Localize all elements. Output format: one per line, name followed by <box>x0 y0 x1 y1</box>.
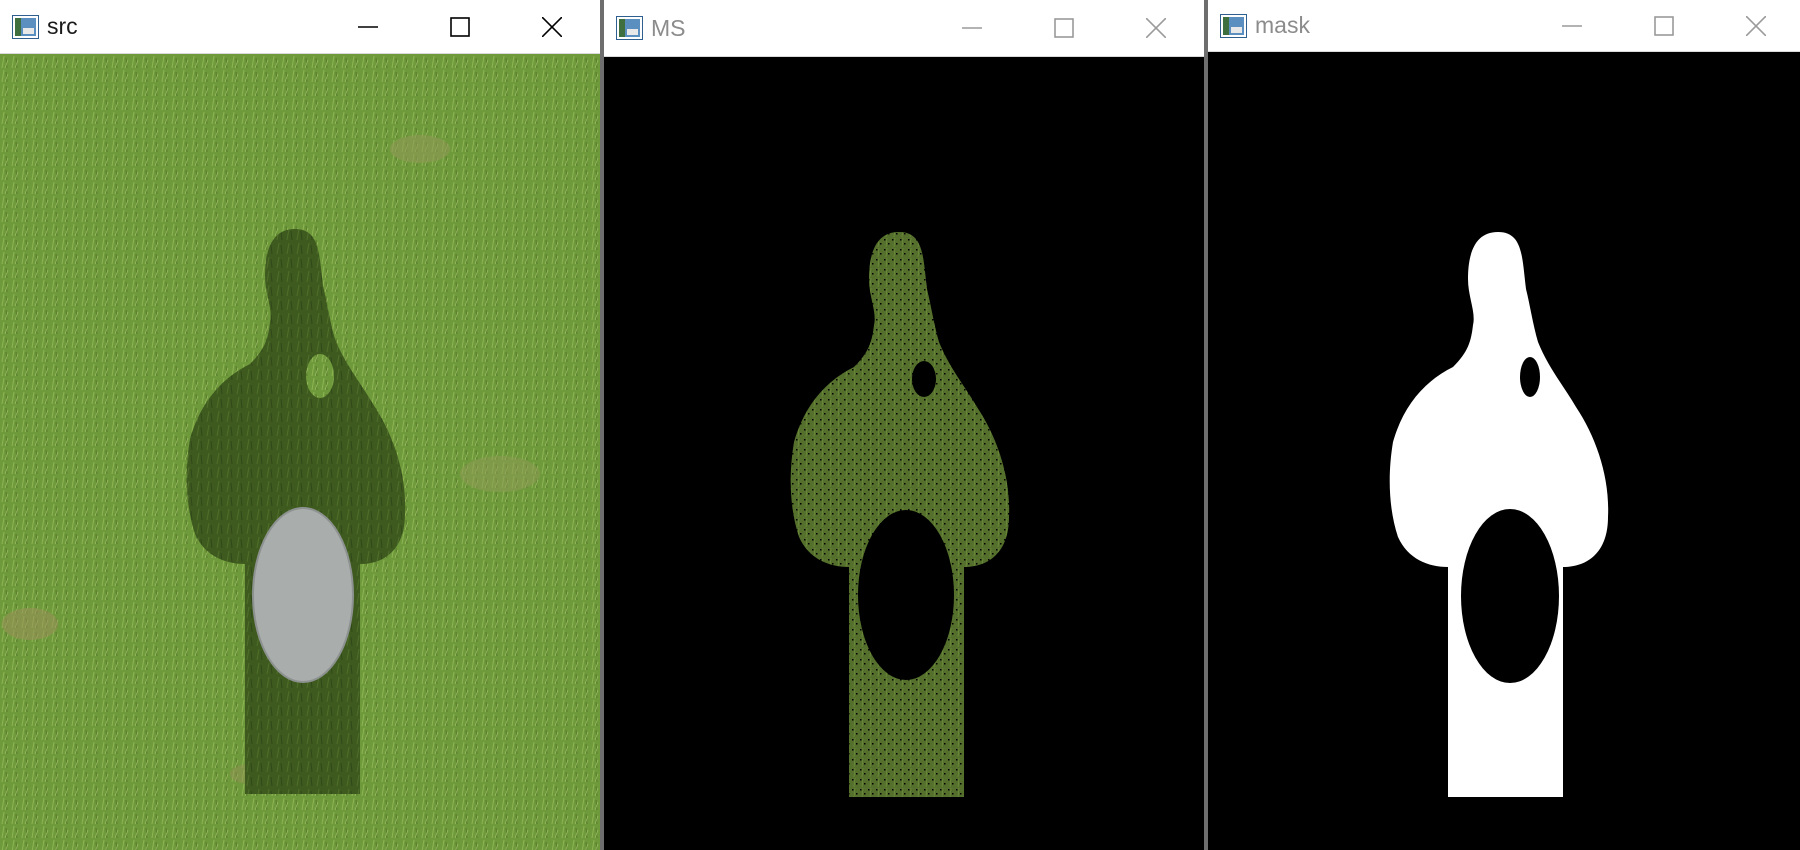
maximize-icon <box>1054 18 1074 38</box>
close-icon <box>542 16 562 37</box>
titlebar-ms[interactable]: MS <box>604 0 1204 57</box>
minimize-icon <box>1562 24 1582 27</box>
titlebar-src[interactable]: src <box>0 0 600 54</box>
opencv-window-icon <box>616 16 643 40</box>
close-button[interactable] <box>506 0 598 53</box>
close-icon <box>1146 18 1166 38</box>
minimize-icon <box>358 25 378 28</box>
maximize-button[interactable] <box>1618 0 1710 51</box>
close-button[interactable] <box>1110 0 1202 56</box>
maximize-icon <box>1654 15 1674 36</box>
window-mask[interactable]: mask <box>1208 0 1800 850</box>
image-ms <box>604 57 1204 850</box>
close-button[interactable] <box>1710 0 1800 51</box>
minimize-button[interactable] <box>926 0 1018 56</box>
opencv-window-icon <box>12 14 39 39</box>
window-src[interactable]: src <box>0 0 600 850</box>
opencv-window-icon <box>1220 13 1247 38</box>
window-ms[interactable]: MS <box>604 0 1204 850</box>
close-icon <box>1746 15 1766 36</box>
minimize-icon <box>962 27 982 29</box>
titlebar-mask[interactable]: mask <box>1208 0 1800 52</box>
window-title: src <box>47 13 78 39</box>
image-mask <box>1208 52 1800 850</box>
window-title: mask <box>1255 12 1310 38</box>
maximize-button[interactable] <box>1018 0 1110 56</box>
maximize-button[interactable] <box>414 0 506 53</box>
minimize-button[interactable] <box>1526 0 1618 51</box>
maximize-icon <box>450 16 470 37</box>
window-title: MS <box>651 14 686 41</box>
minimize-button[interactable] <box>322 0 414 53</box>
image-src <box>0 54 600 850</box>
